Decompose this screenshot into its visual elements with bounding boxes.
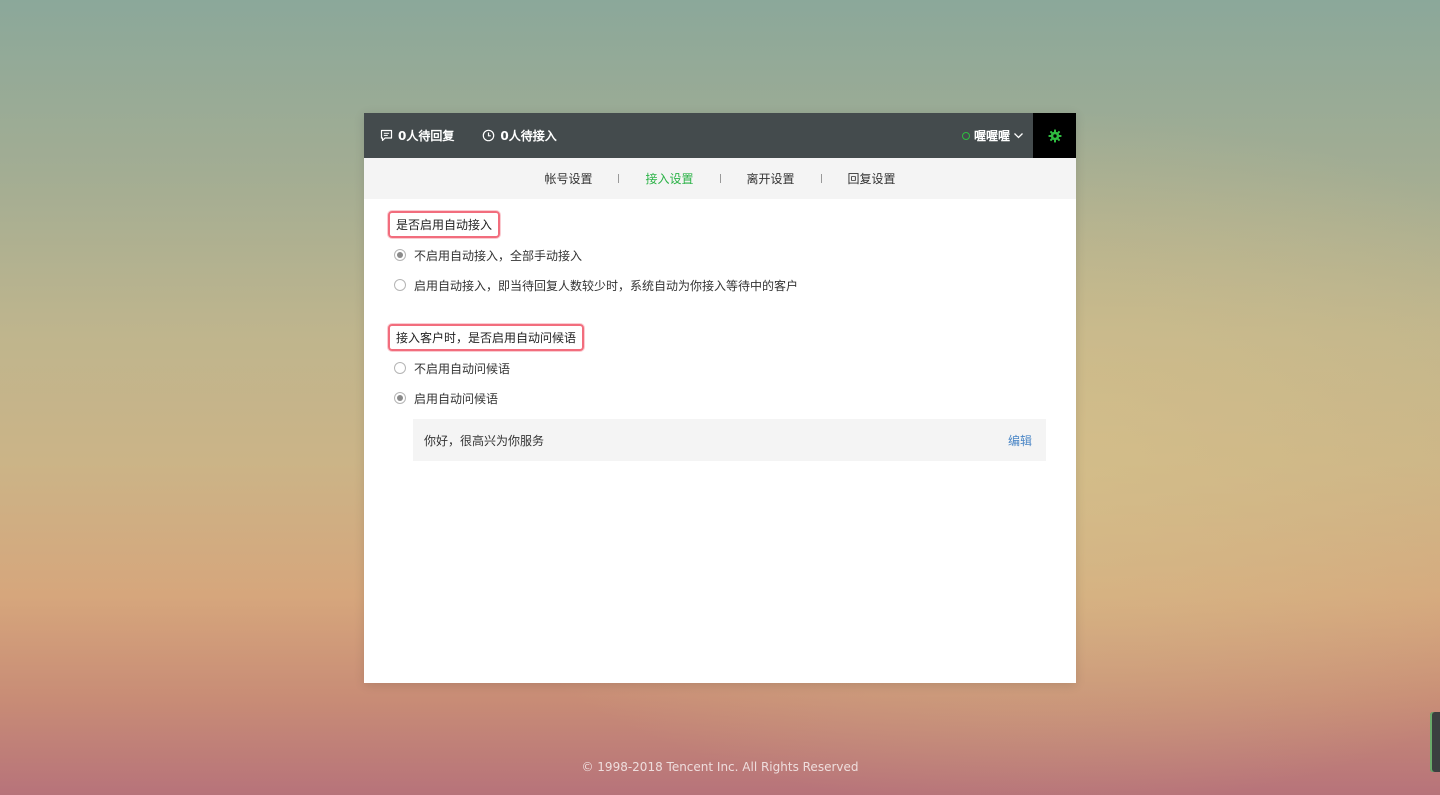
tab-reply-settings[interactable]: 回复设置 bbox=[822, 170, 922, 187]
radio-button[interactable] bbox=[394, 362, 406, 374]
greeting-message-text: 你好，很高兴为你服务 bbox=[424, 433, 545, 448]
option-label: 不启用自动问候语 bbox=[414, 361, 511, 376]
gear-icon bbox=[1048, 129, 1061, 142]
radio-button[interactable] bbox=[394, 392, 406, 404]
access-settings-content: 是否启用自动接入 不启用自动接入，全部手动接入 启用自动接入，即当待回复人数较少… bbox=[364, 199, 1076, 461]
chat-bubble-icon bbox=[380, 129, 393, 142]
option-label: 不启用自动接入，全部手动接入 bbox=[414, 248, 583, 263]
tab-account-settings[interactable]: 帐号设置 bbox=[518, 170, 618, 187]
side-panel-handle[interactable] bbox=[1430, 712, 1440, 772]
greeting-message-box: 你好，很高兴为你服务 编辑 bbox=[413, 419, 1046, 461]
greeting-title: 接入客户时，是否启用自动问候语 bbox=[388, 324, 585, 351]
user-menu[interactable]: 喔喔喔 bbox=[961, 113, 1024, 158]
option-label: 启用自动接入，即当待回复人数较少时，系统自动为你接入等待中的客户 bbox=[414, 278, 799, 293]
clock-icon bbox=[483, 129, 495, 142]
settings-panel: 0人待回复 0人待接入 喔喔喔 帐号设置 接入设置 离开设置 回复设置 是否启用… bbox=[364, 113, 1076, 683]
auto-access-title: 是否启用自动接入 bbox=[388, 211, 501, 238]
auto-access-section: 是否启用自动接入 不启用自动接入，全部手动接入 启用自动接入，即当待回复人数较少… bbox=[388, 211, 1046, 300]
auto-access-option-off[interactable]: 不启用自动接入，全部手动接入 bbox=[388, 240, 1046, 270]
edit-greeting-link[interactable]: 编辑 bbox=[1008, 432, 1032, 449]
radio-button[interactable] bbox=[394, 279, 406, 291]
settings-tabs: 帐号设置 接入设置 离开设置 回复设置 bbox=[364, 158, 1076, 199]
radio-button[interactable] bbox=[394, 249, 406, 261]
greeting-option-on[interactable]: 启用自动问候语 bbox=[388, 383, 1046, 413]
pending-access-label: 0人待接入 bbox=[500, 129, 557, 143]
online-status-icon bbox=[961, 131, 970, 140]
pending-reply-stat[interactable]: 0人待回复 bbox=[380, 127, 454, 144]
chevron-down-icon bbox=[1014, 133, 1023, 139]
greeting-option-off[interactable]: 不启用自动问候语 bbox=[388, 353, 1046, 383]
pending-access-stat[interactable]: 0人待接入 bbox=[482, 127, 557, 144]
username-label: 喔喔喔 bbox=[973, 129, 1010, 143]
greeting-section: 接入客户时，是否启用自动问候语 不启用自动问候语 启用自动问候语 你好，很高兴为… bbox=[388, 324, 1046, 461]
top-bar: 0人待回复 0人待接入 喔喔喔 bbox=[364, 113, 1076, 158]
tab-away-settings[interactable]: 离开设置 bbox=[721, 170, 821, 187]
pending-reply-label: 0人待回复 bbox=[398, 129, 455, 143]
settings-button[interactable] bbox=[1033, 113, 1076, 158]
tab-access-settings[interactable]: 接入设置 bbox=[619, 170, 719, 187]
option-label: 启用自动问候语 bbox=[414, 391, 499, 406]
auto-access-option-on[interactable]: 启用自动接入，即当待回复人数较少时，系统自动为你接入等待中的客户 bbox=[388, 270, 1046, 300]
copyright-footer: © 1998-2018 Tencent Inc. All Rights Rese… bbox=[581, 760, 859, 774]
